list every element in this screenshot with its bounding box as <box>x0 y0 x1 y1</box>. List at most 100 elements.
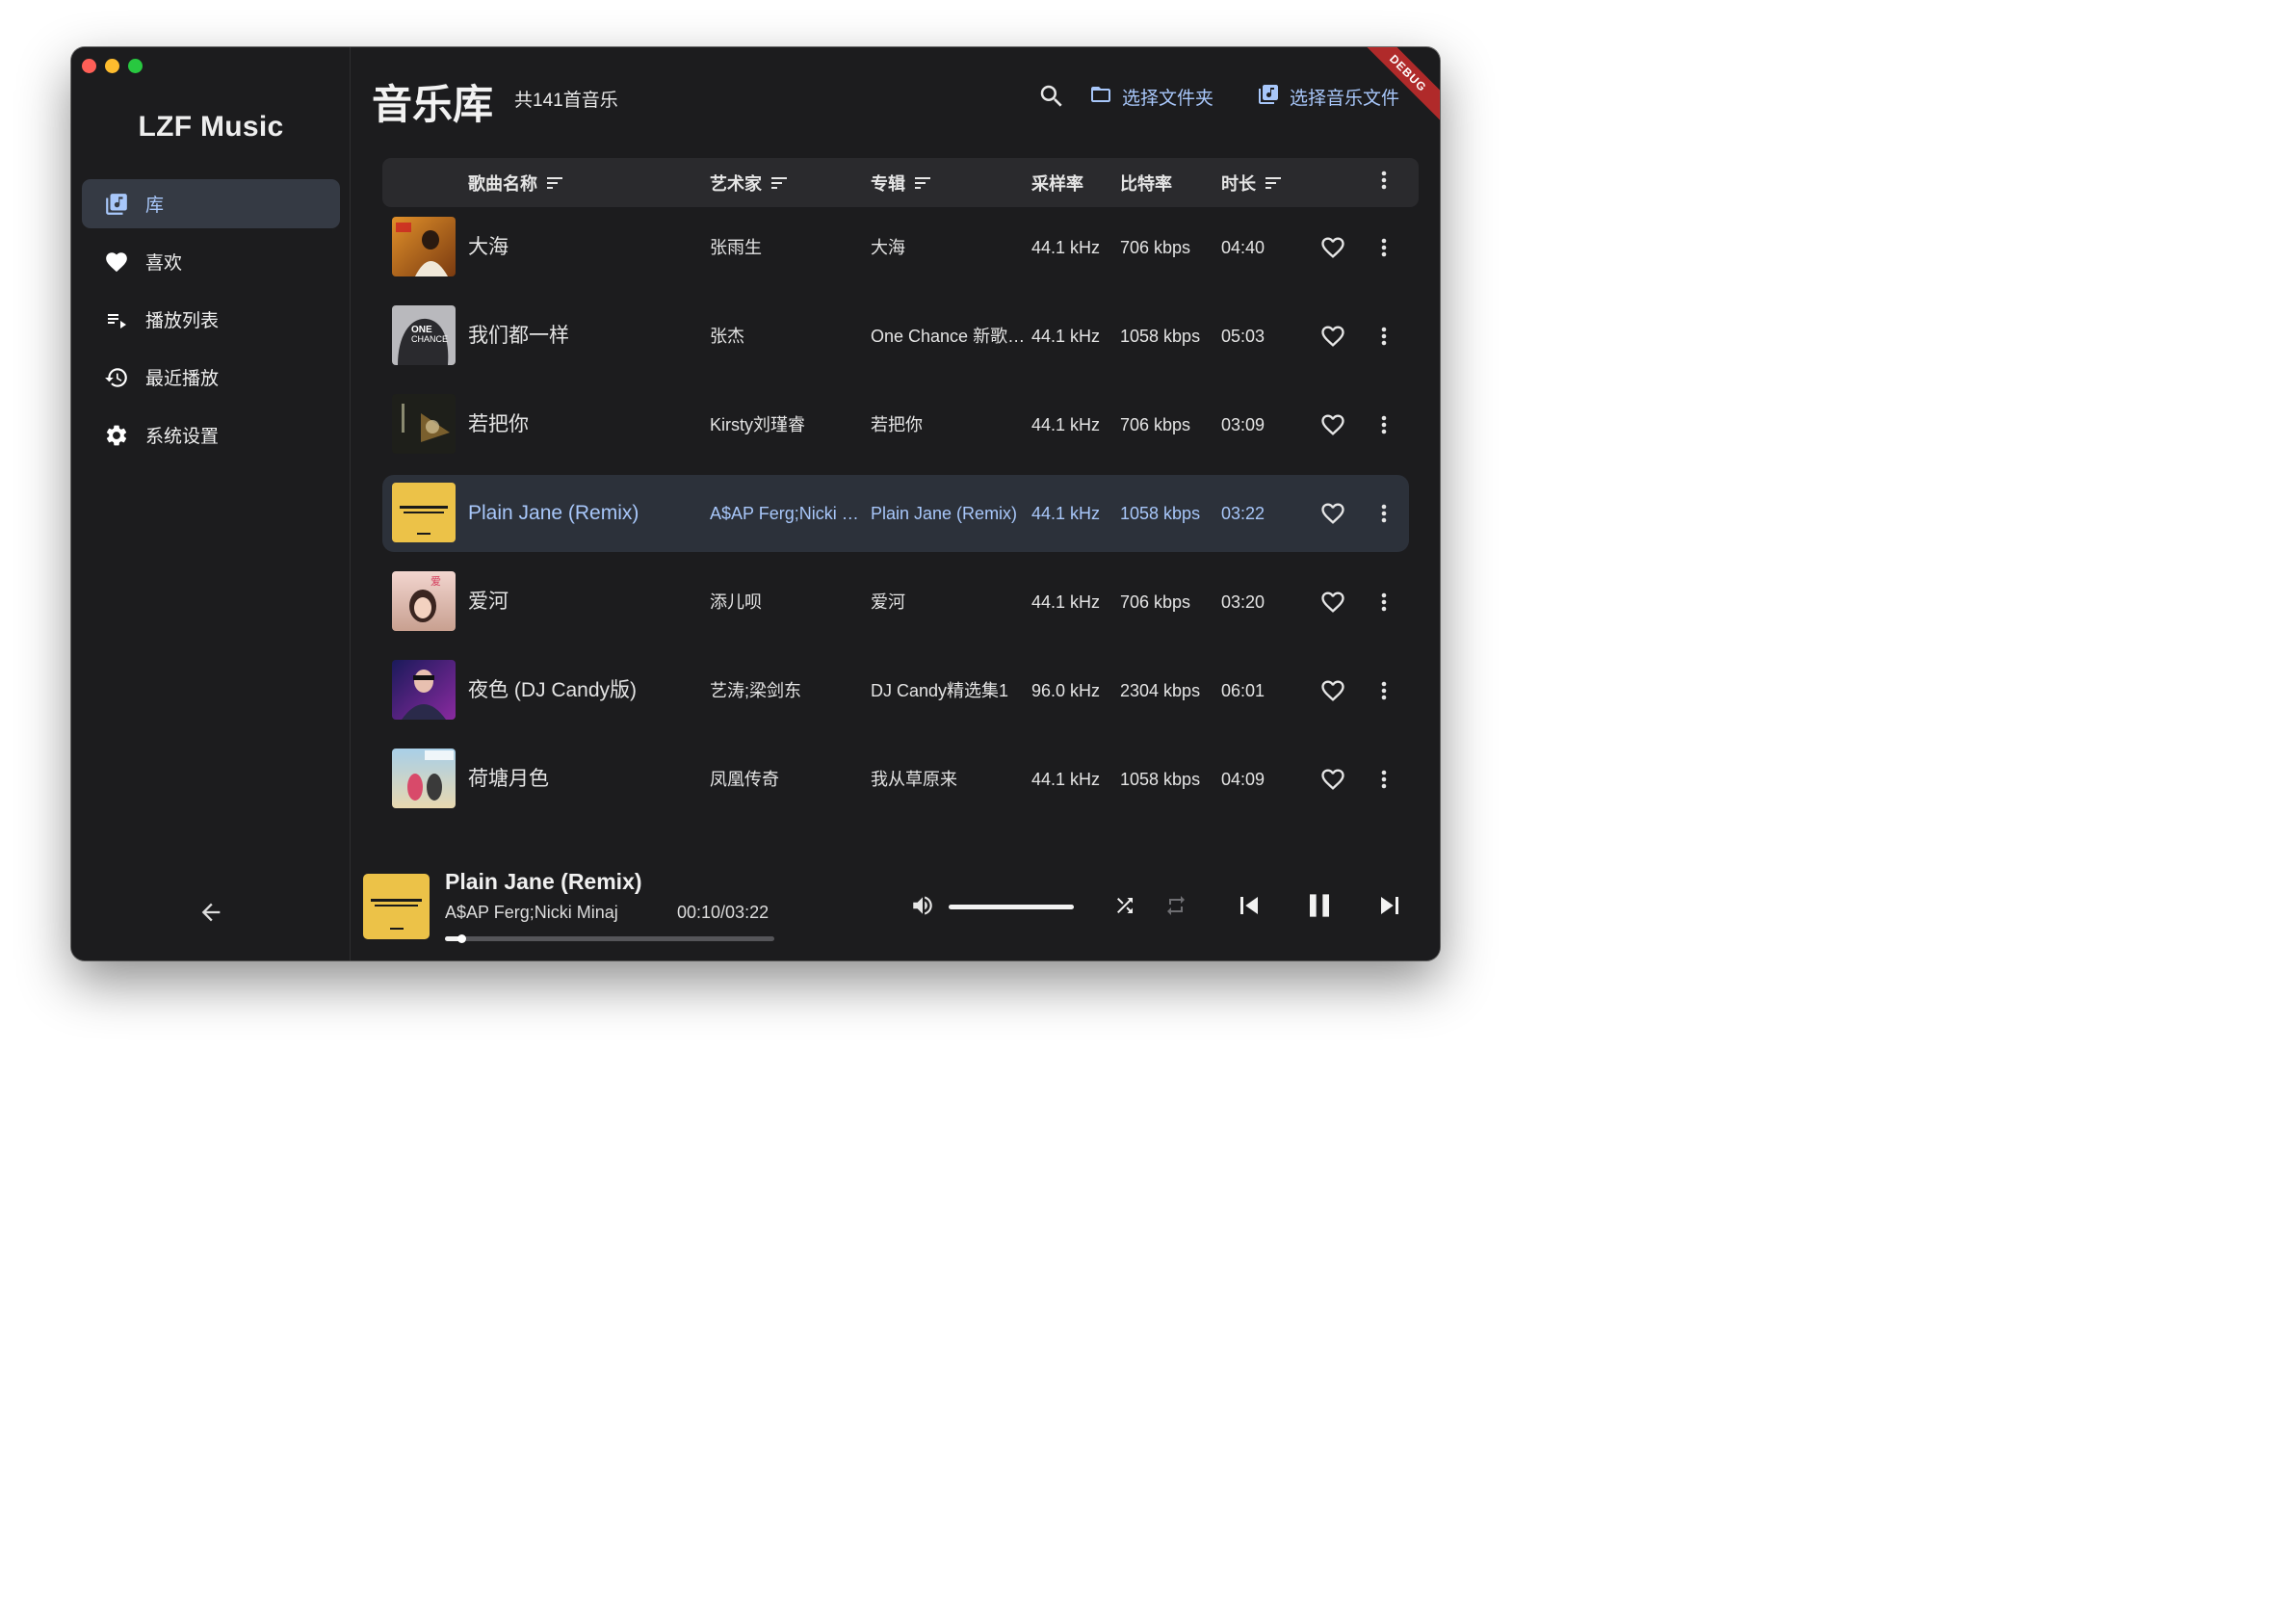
sidebar-item-label: 系统设置 <box>145 427 220 447</box>
sidebar-item-settings[interactable]: 系统设置 <box>82 410 340 460</box>
table-row[interactable]: ONECHANCE 我们都一样 张杰 One Chance 新歌+精选 44.1… <box>382 298 1409 375</box>
column-album-header[interactable]: 专辑 <box>871 158 932 207</box>
song-bitrate: 1058 kbps <box>1120 327 1201 346</box>
song-artist: 凤凰传奇 <box>710 770 779 789</box>
table-row[interactable]: 夜色 (DJ Candy版) 艺涛;梁剑东 DJ Candy精选集1 96.0 … <box>382 652 1409 729</box>
favorite-heart-icon[interactable] <box>1319 500 1346 527</box>
song-duration: 03:22 <box>1221 504 1265 523</box>
song-album: One Chance 新歌+精选 <box>871 327 1029 346</box>
player-bar: Plain Jane (Remix) A$AP Ferg;Nicki Minaj… <box>351 864 1440 960</box>
sidebar-item-label: 播放列表 <box>145 311 220 331</box>
table-row[interactable]: 大海 张雨生 大海 44.1 kHz 706 kbps 04:40 <box>382 209 1409 286</box>
more-vert-icon[interactable] <box>1373 411 1395 438</box>
table-row[interactable]: 爱 爱河 添儿呗 爱河 44.1 kHz 706 kbps 03:20 <box>382 564 1409 641</box>
song-album: 若把你 <box>871 415 923 434</box>
song-sample-rate: 44.1 kHz <box>1031 504 1101 523</box>
volume-slider[interactable] <box>949 905 1074 909</box>
svg-text:CHANCE: CHANCE <box>411 334 448 344</box>
column-label: 专辑 <box>871 173 905 194</box>
repeat-button[interactable] <box>1162 894 1189 921</box>
header-actions: 选择文件夹 选择音乐文件 <box>351 82 1440 113</box>
table-row[interactable]: 荷塘月色 凤凰传奇 我从草原来 44.1 kHz 1058 kbps 04:09 <box>382 741 1409 818</box>
song-album: Plain Jane (Remix) <box>871 504 1018 523</box>
sidebar-item-library[interactable]: 库 <box>82 179 340 228</box>
song-duration: 04:09 <box>1221 770 1265 789</box>
next-button[interactable] <box>1371 889 1408 926</box>
column-label: 艺术家 <box>710 173 762 194</box>
table-row-selected[interactable]: Plain Jane (Remix) A$AP Ferg;Nicki Minaj… <box>382 475 1409 552</box>
table-header: 歌曲名称 艺术家 专辑 采样率 比特率 时长 <box>382 158 1419 207</box>
sidebar-item-recent[interactable]: 最近播放 <box>82 353 340 402</box>
sort-icon <box>547 176 564 190</box>
folder-icon <box>1089 83 1112 111</box>
song-artist: 张雨生 <box>710 238 762 257</box>
song-title: 荷塘月色 <box>468 768 549 790</box>
select-folder-button[interactable]: 选择文件夹 <box>1089 82 1213 111</box>
song-title: 若把你 <box>468 413 529 435</box>
more-vert-icon[interactable] <box>1373 323 1395 350</box>
song-bitrate: 706 kbps <box>1120 415 1191 434</box>
library-music-icon <box>103 191 130 218</box>
song-duration: 05:03 <box>1221 327 1265 346</box>
pause-button[interactable] <box>1300 887 1339 928</box>
song-title: 夜色 (DJ Candy版) <box>468 679 638 701</box>
song-bitrate: 706 kbps <box>1120 238 1191 257</box>
favorite-heart-icon[interactable] <box>1319 766 1346 793</box>
search-button[interactable] <box>1037 82 1066 111</box>
song-duration: 03:09 <box>1221 415 1265 434</box>
gear-icon <box>103 422 130 449</box>
sidebar-item-playlists[interactable]: 播放列表 <box>82 295 340 344</box>
sort-icon <box>1265 176 1283 190</box>
column-artist-header[interactable]: 艺术家 <box>710 158 789 207</box>
shuffle-button[interactable] <box>1111 894 1138 921</box>
more-vert-icon[interactable] <box>1373 234 1395 261</box>
song-sample-rate: 44.1 kHz <box>1031 592 1101 612</box>
table-row[interactable]: 若把你 Kirsty刘瑾睿 若把你 44.1 kHz 706 kbps 03:0… <box>382 386 1409 463</box>
skip-next-icon <box>1372 888 1407 928</box>
more-vert-icon[interactable] <box>1373 500 1395 527</box>
song-title: 爱河 <box>468 591 509 613</box>
close-window-button[interactable] <box>82 59 96 73</box>
progress-bar[interactable] <box>445 934 774 943</box>
album-cover: ONE CHANCE <box>392 305 456 365</box>
favorite-heart-icon[interactable] <box>1319 323 1346 350</box>
column-bitrate-header[interactable]: 比特率 <box>1120 158 1172 207</box>
back-button[interactable] <box>196 899 226 930</box>
more-vert-icon[interactable] <box>1373 589 1395 616</box>
sidebar-item-favorites[interactable]: 喜欢 <box>82 237 340 286</box>
more-vert-icon[interactable] <box>1373 677 1395 704</box>
history-icon <box>103 364 130 391</box>
song-album: 我从草原来 <box>871 770 957 789</box>
column-label: 采样率 <box>1031 173 1083 194</box>
album-cover <box>392 217 456 276</box>
column-options-button[interactable] <box>1373 158 1395 207</box>
song-sample-rate: 44.1 kHz <box>1031 415 1101 434</box>
select-files-button[interactable]: 选择音乐文件 <box>1257 82 1399 111</box>
column-title-header[interactable]: 歌曲名称 <box>468 158 564 207</box>
song-artist: 张杰 <box>710 327 744 346</box>
search-icon <box>1037 85 1066 115</box>
playback-time: 00:10/03:22 <box>677 903 770 922</box>
more-vert-icon[interactable] <box>1373 766 1395 793</box>
app-title: LZF Music <box>138 111 284 143</box>
zoom-window-button[interactable] <box>128 59 143 73</box>
volume-button[interactable] <box>909 894 936 921</box>
song-title: Plain Jane (Remix) <box>468 502 639 524</box>
column-sample-rate-header[interactable]: 采样率 <box>1031 158 1083 207</box>
now-playing-cover[interactable] <box>363 874 430 939</box>
song-artist: Kirsty刘瑾睿 <box>710 415 805 434</box>
select-files-label: 选择音乐文件 <box>1290 88 1400 109</box>
favorite-heart-icon[interactable] <box>1319 411 1346 438</box>
repeat-icon <box>1164 894 1187 922</box>
sidebar-item-label: 最近播放 <box>145 369 220 389</box>
album-cover <box>392 483 456 542</box>
minimize-window-button[interactable] <box>105 59 119 73</box>
album-cover <box>392 394 456 454</box>
previous-button[interactable] <box>1231 889 1267 926</box>
favorite-heart-icon[interactable] <box>1319 677 1346 704</box>
column-duration-header[interactable]: 时长 <box>1221 158 1283 207</box>
favorite-heart-icon[interactable] <box>1319 234 1346 261</box>
progress-handle[interactable] <box>457 934 467 943</box>
sidebar-nav: 库 喜欢 播放列表 最近播放 系统设置 <box>82 179 340 468</box>
favorite-heart-icon[interactable] <box>1319 589 1346 616</box>
